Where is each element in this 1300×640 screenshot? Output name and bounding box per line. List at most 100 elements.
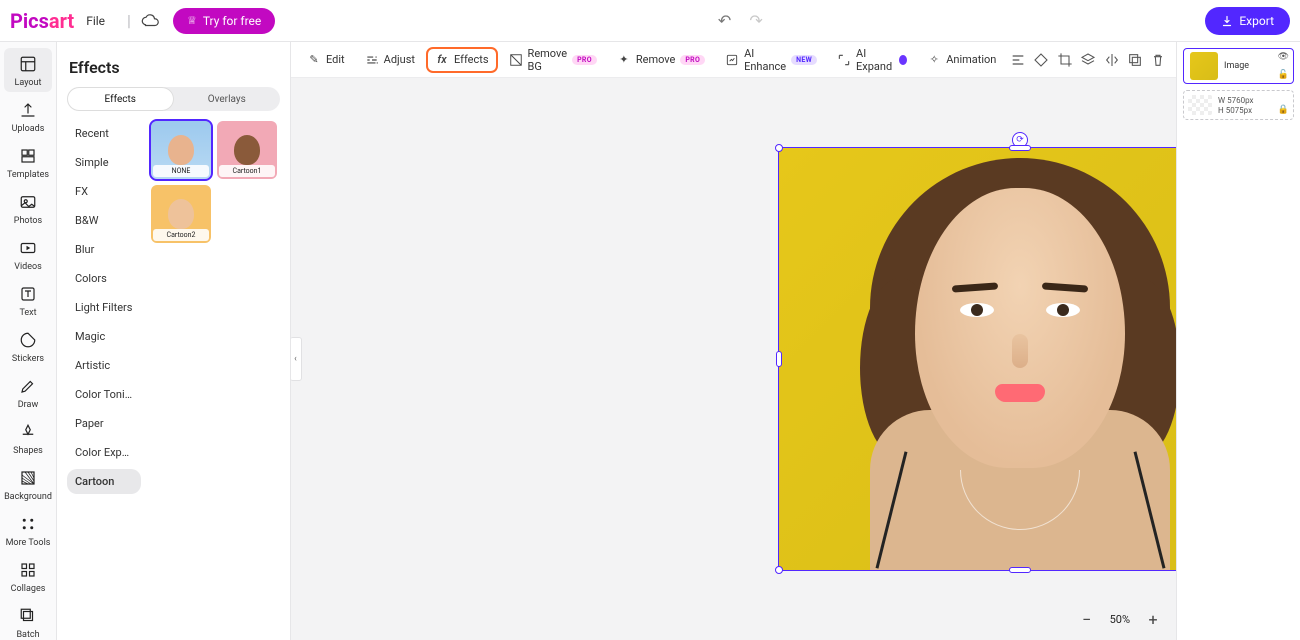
nav-more-tools[interactable]: More Tools	[4, 508, 52, 552]
visibility-icon[interactable]: 👁	[1278, 52, 1289, 62]
canvas-area: ✎Edit Adjust fxEffects Remove BGPRO ✦Rem…	[291, 42, 1176, 640]
ctx-duplicate[interactable]	[1125, 47, 1144, 73]
tab-overlays[interactable]: Overlays	[174, 87, 281, 111]
effect-category-cartoon[interactable]: Cartoon	[67, 469, 141, 494]
tab-effects[interactable]: Effects	[67, 87, 174, 111]
resize-handle-t[interactable]	[1009, 145, 1031, 151]
nav-layout[interactable]: Layout	[4, 48, 52, 92]
brand-logo[interactable]: Picsart	[10, 9, 74, 33]
dot-badge	[899, 55, 907, 65]
history-controls: ↶ ↷	[275, 11, 1205, 30]
effect-category-fx[interactable]: FX	[67, 179, 141, 204]
resize-handle-tl[interactable]	[775, 144, 783, 152]
collapse-left-panel[interactable]: ‹	[291, 337, 302, 381]
redo-button[interactable]: ↷	[749, 11, 762, 30]
file-menu[interactable]: File	[86, 14, 105, 28]
cloud-sync-icon[interactable]	[141, 14, 159, 28]
remove-bg-icon	[509, 53, 523, 67]
canvas[interactable]: ‹ › ⟳	[291, 78, 1176, 640]
nav-text-label: Text	[19, 308, 36, 318]
effect-category-artistic[interactable]: Artistic	[67, 353, 141, 378]
nav-text[interactable]: Text	[4, 278, 52, 322]
effect-category-color-expos-[interactable]: Color Expos...	[67, 440, 141, 465]
try-for-free-button[interactable]: ♕ Try for free	[173, 8, 275, 34]
adjust-icon	[365, 53, 379, 67]
nav-uploads[interactable]: Uploads	[4, 94, 52, 138]
zoom-controls: − 50% +	[1078, 610, 1162, 628]
effects-overlays-tabs: Effects Overlays	[67, 87, 280, 111]
context-toolbar: ✎Edit Adjust fxEffects Remove BGPRO ✦Rem…	[291, 42, 1176, 78]
undo-button[interactable]: ↶	[718, 11, 731, 30]
ctx-animation[interactable]: ✧Animation	[919, 48, 1004, 72]
effect-thumb-cartoon1[interactable]: Cartoon1	[217, 121, 277, 179]
vertical-nav: Layout Uploads Templates Photos Videos T…	[0, 42, 57, 640]
nav-stickers[interactable]: Stickers	[4, 324, 52, 368]
ctx-remove-bg-label: Remove BG	[528, 47, 568, 73]
zoom-in-button[interactable]: +	[1144, 610, 1162, 628]
ctx-ai-enhance[interactable]: AI EnhanceNEW	[717, 42, 825, 78]
effect-thumb-none[interactable]: NONE	[151, 121, 211, 179]
nav-collages[interactable]: Collages	[4, 554, 52, 598]
edit-icon: ✎	[307, 53, 321, 67]
resize-handle-l[interactable]	[776, 351, 782, 367]
nav-batch-label: Batch	[16, 630, 39, 640]
nav-videos[interactable]: Videos	[4, 232, 52, 276]
effect-category-b-w[interactable]: B&W	[67, 208, 141, 233]
export-button[interactable]: Export	[1205, 7, 1290, 35]
ctx-remove-bg[interactable]: Remove BGPRO	[501, 42, 605, 78]
nav-photos[interactable]: Photos	[4, 186, 52, 230]
crown-icon: ♕	[187, 14, 197, 27]
layer-background[interactable]: W 5760px H 5075px 🔒	[1183, 90, 1294, 120]
ctx-adjust[interactable]: Adjust	[357, 48, 423, 72]
nav-shapes-label: Shapes	[13, 446, 43, 456]
effect-category-recent[interactable]: Recent	[67, 121, 141, 146]
ctx-effects[interactable]: fxEffects	[427, 48, 497, 72]
nav-draw[interactable]: Draw	[4, 370, 52, 414]
lock-icon[interactable]: 🔓	[1278, 70, 1289, 80]
ctx-layers[interactable]	[1079, 47, 1098, 73]
ctx-edit-label: Edit	[326, 53, 345, 66]
panel-title: Effects	[69, 58, 278, 77]
ctx-tag[interactable]	[1032, 47, 1051, 73]
resize-handle-b[interactable]	[1009, 567, 1031, 573]
nav-templates[interactable]: Templates	[4, 140, 52, 184]
ai-enhance-icon	[725, 53, 739, 67]
ctx-flip[interactable]	[1102, 47, 1121, 73]
effect-category-list: Recent Simple FX B&W Blur Colors Light Filters…	[67, 121, 141, 640]
ctx-crop[interactable]	[1055, 47, 1074, 73]
nav-stickers-label: Stickers	[12, 354, 44, 364]
effect-category-simple[interactable]: Simple	[67, 150, 141, 175]
ctx-ai-expand[interactable]: AI Expand	[829, 42, 915, 78]
layers-panel: Image 👁 🔓 W 5760px H 5075px 🔒	[1176, 42, 1300, 640]
effect-category-color-toning[interactable]: Color Toning	[67, 382, 141, 407]
zoom-out-button[interactable]: −	[1078, 610, 1096, 628]
nav-batch[interactable]: Batch	[4, 600, 52, 640]
effect-category-blur[interactable]: Blur	[67, 237, 141, 262]
ctx-delete[interactable]	[1149, 47, 1168, 73]
nav-background[interactable]: Background	[4, 462, 52, 506]
resize-handle-bl[interactable]	[775, 566, 783, 574]
layer-image[interactable]: Image 👁 🔓	[1183, 48, 1294, 84]
effect-thumb-cartoon2[interactable]: Cartoon2	[151, 185, 211, 243]
photos-icon	[18, 192, 38, 212]
selected-image[interactable]: ⟳	[778, 147, 1176, 571]
nav-background-label: Background	[4, 492, 52, 502]
ctx-ai-expand-label: AI Expand	[856, 47, 894, 73]
effect-category-paper[interactable]: Paper	[67, 411, 141, 436]
batch-icon	[18, 606, 38, 626]
effect-category-light-filters[interactable]: Light Filters	[67, 295, 141, 320]
pro-badge: PRO	[680, 55, 705, 65]
ctx-edit[interactable]: ✎ Edit	[299, 48, 353, 72]
upload-icon	[18, 100, 38, 120]
draw-icon	[18, 376, 38, 396]
ctx-align[interactable]	[1008, 47, 1027, 73]
nav-layout-label: Layout	[15, 78, 42, 88]
lock-icon[interactable]: 🔒	[1278, 105, 1289, 115]
effect-category-magic[interactable]: Magic	[67, 324, 141, 349]
shapes-icon	[18, 422, 38, 442]
ctx-remove[interactable]: ✦RemovePRO	[609, 48, 713, 72]
nav-shapes[interactable]: Shapes	[4, 416, 52, 460]
layer-thumbnail	[1190, 52, 1218, 80]
effect-thumb-label: Cartoon2	[153, 229, 209, 241]
effect-category-colors[interactable]: Colors	[67, 266, 141, 291]
